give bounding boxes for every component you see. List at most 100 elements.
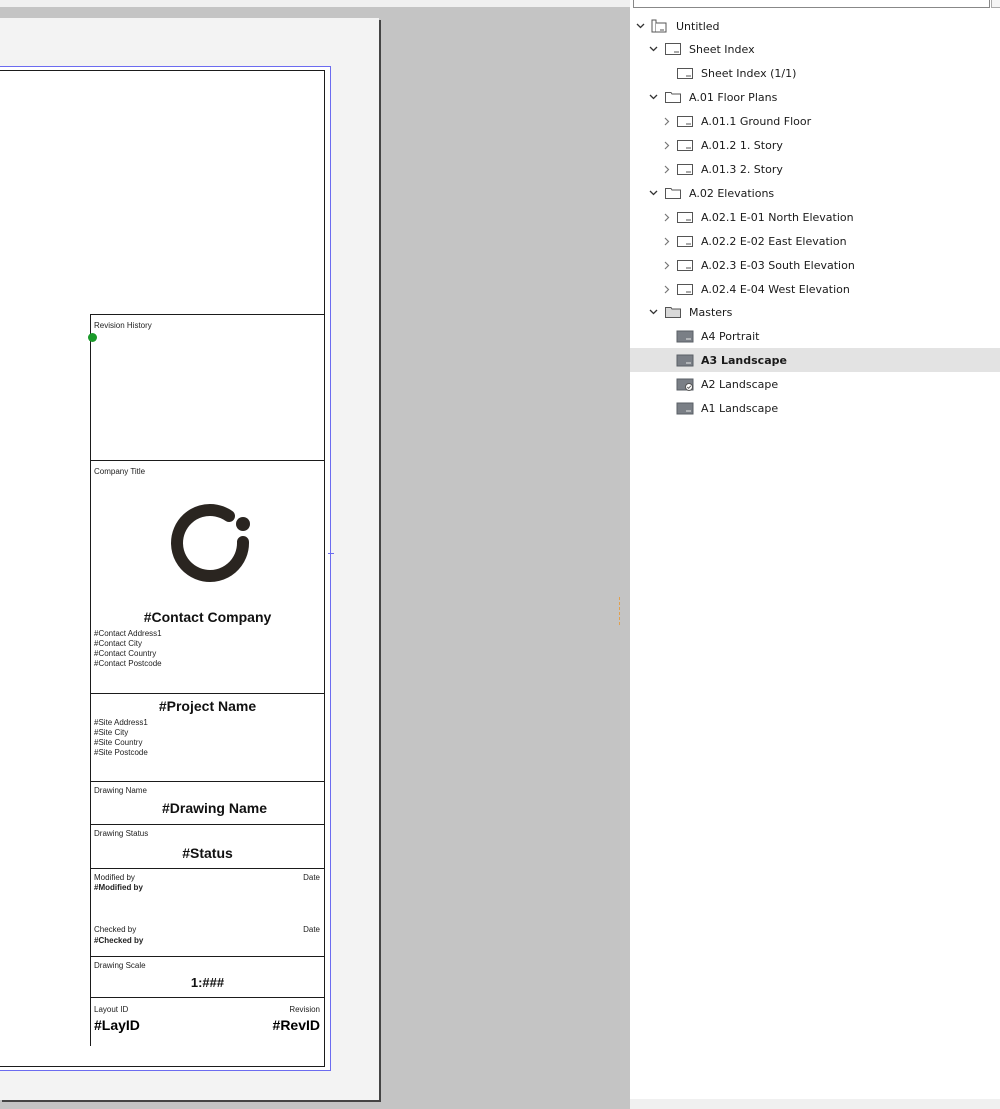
drawing-scale: 1:### bbox=[190, 975, 225, 990]
chevron-down-icon[interactable] bbox=[648, 43, 658, 55]
layout-id: #LayID bbox=[94, 1017, 140, 1033]
tree-item-east-elevation[interactable]: A.02.2 E-02 East Elevation bbox=[630, 229, 1000, 253]
master-icon bbox=[676, 329, 694, 343]
tree-item-label: A1 Landscape bbox=[701, 401, 779, 415]
tree-item-south-elevation[interactable]: A.02.3 E-03 South Elevation bbox=[630, 253, 1000, 277]
layout-icon bbox=[676, 114, 694, 128]
chevron-down-icon[interactable] bbox=[648, 91, 658, 103]
tree-item-sheet-index[interactable]: Sheet Index bbox=[630, 37, 1000, 61]
layout-icon bbox=[676, 66, 694, 80]
tree-item-label: Masters bbox=[689, 305, 733, 319]
checked-date-label: Date bbox=[303, 925, 320, 934]
search-input[interactable] bbox=[633, 0, 990, 8]
tree-item-masters[interactable]: Masters bbox=[630, 300, 1000, 324]
drawing-status: #Status bbox=[182, 845, 233, 861]
chevron-right-icon[interactable] bbox=[662, 283, 672, 295]
tree-item-label: A.02 Elevations bbox=[689, 186, 775, 200]
contact-country: #Contact Country bbox=[94, 649, 157, 658]
chevron-right-icon[interactable] bbox=[662, 163, 672, 175]
modified-by-value: #Modified by bbox=[94, 883, 143, 892]
anchor-point[interactable] bbox=[88, 333, 97, 342]
layout-icon bbox=[676, 210, 694, 224]
contact-lines: #Contact Address1 #Contact City #Contact… bbox=[94, 629, 162, 669]
chevron-right-icon[interactable] bbox=[662, 211, 672, 223]
tree-item-1-story[interactable]: A.01.2 1. Story bbox=[630, 133, 1000, 157]
tree-item-label: Sheet Index bbox=[689, 42, 755, 56]
tree-item-untitled[interactable]: Untitled bbox=[630, 14, 1000, 38]
site-country: #Site Country bbox=[94, 738, 143, 747]
chevron-down-icon[interactable] bbox=[635, 20, 645, 32]
title-block[interactable]: Revision History Company Title #Contact … bbox=[90, 314, 324, 1046]
tree-item-elevations[interactable]: A.02 Elevations bbox=[630, 181, 1000, 205]
tree-item-sheet-index-1-1[interactable]: Sheet Index (1/1) bbox=[630, 61, 1000, 85]
folder-icon bbox=[664, 90, 682, 104]
layout-icon bbox=[676, 234, 694, 248]
tree-item-label: A4 Portrait bbox=[701, 329, 760, 343]
tree-item-label: Sheet Index (1/1) bbox=[701, 66, 797, 80]
chevron-down-icon[interactable] bbox=[648, 306, 658, 318]
splitter-handle[interactable] bbox=[619, 597, 621, 625]
tree-item-label: Untitled bbox=[676, 19, 720, 33]
company-title-cell: Company Title #Contact Company #Contact … bbox=[91, 460, 324, 694]
contact-postcode: #Contact Postcode bbox=[94, 659, 162, 668]
site-address: #Site Address1 bbox=[94, 718, 148, 727]
tree-item-label: A.01.1 Ground Floor bbox=[701, 114, 812, 128]
drawing-scale-cell: Drawing Scale 1:### bbox=[91, 956, 324, 998]
contact-city: #Contact City bbox=[94, 639, 143, 648]
drawing-status-label: Drawing Status bbox=[94, 829, 149, 838]
drawing-status-cell: Drawing Status #Status bbox=[91, 824, 324, 869]
chevron-right-icon[interactable] bbox=[662, 259, 672, 271]
revision-history-label: Revision History bbox=[94, 321, 152, 330]
site-lines: #Site Address1 #Site City #Site Country … bbox=[94, 718, 148, 758]
canvas-top-strip bbox=[0, 0, 630, 7]
site-city: #Site City bbox=[94, 728, 129, 737]
tree-item-west-elevation[interactable]: A.02.4 E-04 West Elevation bbox=[630, 277, 1000, 301]
layout-id-cell: Layout ID Revision #LayID #RevID bbox=[91, 997, 324, 1047]
tree-item-floor-plans[interactable]: A.01 Floor Plans bbox=[630, 85, 1000, 109]
tree-item-label: A.01.2 1. Story bbox=[701, 138, 783, 152]
layout-icon bbox=[676, 258, 694, 272]
tree-item-label: A.01 Floor Plans bbox=[689, 90, 778, 104]
tree-item-label: A.02.3 E-03 South Elevation bbox=[701, 258, 855, 272]
drawing-name: #Drawing Name bbox=[161, 800, 268, 816]
layout-icon bbox=[676, 138, 694, 152]
chevron-down-icon[interactable] bbox=[648, 187, 658, 199]
tree-item-a2-landscape[interactable]: A2 Landscape bbox=[630, 372, 1000, 396]
tree-item-a1-landscape[interactable]: A1 Landscape bbox=[630, 396, 1000, 420]
master-icon bbox=[676, 401, 694, 415]
revision-history-cell: Revision History bbox=[91, 314, 324, 461]
tree-item-a3-landscape[interactable]: A3 Landscape bbox=[630, 348, 1000, 372]
company-logo-icon bbox=[171, 504, 250, 582]
book-icon bbox=[650, 19, 668, 33]
drawing-scale-label: Drawing Scale bbox=[94, 961, 146, 970]
master-check-icon bbox=[676, 377, 694, 391]
navigator-panel: Untitled Sheet Index Sheet Index (1/1) A… bbox=[630, 0, 1000, 1109]
contact-company: #Contact Company bbox=[143, 609, 272, 625]
chevron-right-icon[interactable] bbox=[662, 115, 672, 127]
revision-id: #RevID bbox=[272, 1017, 320, 1033]
folder-dark-icon bbox=[664, 305, 682, 319]
modified-by-label: Modified by bbox=[94, 873, 135, 882]
checked-by-value: #Checked by bbox=[94, 936, 144, 945]
tree-item-label: A.02.2 E-02 East Elevation bbox=[701, 234, 847, 248]
modified-checked-cell: Modified by Date #Modified by Checked by… bbox=[91, 868, 324, 957]
project-cell: #Project Name #Site Address1 #Site City … bbox=[91, 693, 324, 782]
project-name: #Project Name bbox=[158, 698, 257, 714]
folder-icon bbox=[664, 186, 682, 200]
tree-item-a4-portrait[interactable]: A4 Portrait bbox=[630, 324, 1000, 348]
modified-date-label: Date bbox=[303, 873, 320, 882]
tree-item-label: A3 Landscape bbox=[701, 353, 787, 367]
layout-icon bbox=[676, 162, 694, 176]
company-title-label: Company Title bbox=[94, 467, 146, 476]
tree-item-label: A.02.4 E-04 West Elevation bbox=[701, 282, 850, 296]
checked-by-label: Checked by bbox=[94, 925, 137, 934]
chevron-right-icon[interactable] bbox=[662, 139, 672, 151]
tree-item-2-story[interactable]: A.01.3 2. Story bbox=[630, 157, 1000, 181]
chevron-right-icon[interactable] bbox=[662, 235, 672, 247]
tree-item-north-elevation[interactable]: A.02.1 E-01 North Elevation bbox=[630, 205, 1000, 229]
drawing-name-cell: Drawing Name #Drawing Name bbox=[91, 781, 324, 825]
search-button[interactable] bbox=[991, 0, 1000, 8]
sheet-icon bbox=[664, 42, 682, 56]
tree-item-ground-floor[interactable]: A.01.1 Ground Floor bbox=[630, 109, 1000, 133]
layout-canvas[interactable]: Revision History Company Title #Contact … bbox=[0, 0, 630, 1109]
